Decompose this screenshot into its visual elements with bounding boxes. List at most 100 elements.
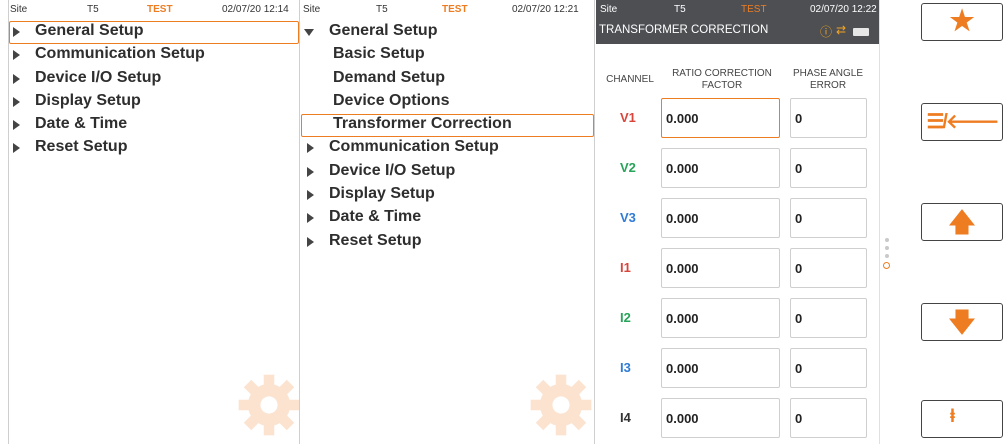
table-row: V2 0.000 0 [596,148,876,188]
expand-arrow-icon [13,50,20,61]
transfer-icon: ⇄ [836,23,847,37]
menu-item-reset-setup[interactable]: Reset Setup [9,137,299,160]
expand-arrow-icon [13,143,20,154]
expand-arrow-icon [307,143,314,154]
expand-arrow-icon [307,236,314,247]
page-dot[interactable] [885,238,889,242]
device-label: T5 [376,4,388,15]
transformer-correction-panel: Site T5 TEST 02/07/20 12:22 TRANSFORMER … [596,0,880,444]
channel-label: V1 [620,110,636,125]
phase-angle-input[interactable]: 0 [790,98,867,138]
channel-label: V2 [620,160,636,175]
table-row: I4 0.000 0 [596,398,876,438]
ratio-correction-input[interactable]: 0.000 [661,398,780,438]
wave-icon: ⱡ [950,406,956,426]
menu-item-display-setup[interactable]: Display Setup [301,184,594,207]
expand-arrow-icon [13,120,20,131]
status-bar: Site T5 TEST 02/07/20 12:21 [301,0,594,21]
channel-label: V3 [620,210,636,225]
column-channel: CHANNEL [606,74,654,85]
phase-angle-input[interactable]: 0 [790,348,867,388]
submenu-item-device-options[interactable]: Device Options [301,91,594,114]
menu-panel-2: Site T5 TEST 02/07/20 12:21 General Setu… [301,0,595,444]
table-row: I3 0.000 0 [596,348,876,388]
menu-item-display-setup[interactable]: Display Setup [9,91,299,114]
ratio-correction-input[interactable]: 0.000 [661,98,780,138]
menu-item-reset-setup[interactable]: Reset Setup [301,231,594,254]
table-row: V3 0.000 0 [596,198,876,238]
expand-arrow-icon [13,73,20,84]
down-button[interactable]: 🡇 [921,303,1003,341]
ratio-correction-input[interactable]: 0.000 [661,198,780,238]
site-label: Site [303,4,321,15]
star-icon: ★ [949,5,975,36]
main-menu: General Setup Communication Setup Device… [9,21,299,161]
ratio-correction-input[interactable]: 0.000 [661,298,780,338]
channel-label: I1 [620,260,631,275]
page-dot-active[interactable] [883,262,890,269]
submenu-item-basic-setup[interactable]: Basic Setup [301,44,594,67]
collapse-arrow-icon [304,29,314,36]
phase-angle-input[interactable]: 0 [790,298,867,338]
battery-icon [853,28,869,36]
table-row: I2 0.000 0 [596,298,876,338]
info-icon[interactable]: ⓘ [820,23,832,40]
waveform-button[interactable]: ⱡ [921,400,1003,438]
column-ratio-line2: FACTOR [701,80,743,91]
device-label: T5 [674,4,686,15]
menu-item-communication-setup[interactable]: Communication Setup [301,137,594,160]
expand-arrow-icon [307,166,314,177]
site-label: Site [10,4,28,15]
table-header: CHANNEL RATIO CORRECTION FACTOR PHASE AN… [596,66,876,96]
menu-item-date-time[interactable]: Date & Time [301,207,594,230]
mode-label: TEST [147,4,173,15]
device-label: T5 [87,4,99,15]
phase-angle-input[interactable]: 0 [790,248,867,288]
page-indicator[interactable] [883,238,890,273]
mode-label: TEST [741,4,767,15]
datetime: 02/07/20 12:22 [810,4,877,15]
page-dot[interactable] [885,254,889,258]
expand-arrow-icon [307,190,314,201]
header-bar: Site T5 TEST 02/07/20 12:22 TRANSFORMER … [596,0,879,44]
menu-item-general-setup[interactable]: General Setup [9,21,299,45]
gear-watermark-icon [236,372,299,438]
main-menu: General Setup Basic Setup Demand Setup D… [301,21,594,254]
page-dot[interactable] [885,246,889,250]
column-phase-line2: ERROR [809,80,847,91]
up-button[interactable]: 🡅 [921,203,1003,241]
menu-item-communication-setup[interactable]: Communication Setup [9,44,299,67]
expand-arrow-icon [307,213,314,224]
expand-arrow-icon [13,27,20,37]
phase-angle-input[interactable]: 0 [790,148,867,188]
mode-label: TEST [442,4,468,15]
datetime: 02/07/20 12:14 [222,4,289,15]
ratio-correction-input[interactable]: 0.000 [661,348,780,388]
channel-label: I4 [620,410,631,425]
datetime: 02/07/20 12:21 [512,4,579,15]
phase-angle-input[interactable]: 0 [790,198,867,238]
submenu-item-demand-setup[interactable]: Demand Setup [301,68,594,91]
site-label: Site [600,4,618,15]
menu-panel-1: Site T5 TEST 02/07/20 12:14 General Setu… [8,0,300,444]
arrow-up-icon: 🡅 [948,207,976,237]
submenu-item-transformer-correction[interactable]: Transformer Correction [301,114,594,138]
status-bar: Site T5 TEST 02/07/20 12:14 [9,0,299,21]
expand-arrow-icon [13,96,20,107]
channel-label: I3 [620,360,631,375]
channel-label: I2 [620,310,631,325]
menu-item-device-io-setup[interactable]: Device I/O Setup [9,68,299,91]
menu-back-button[interactable]: ☰/🡐 [921,103,1003,141]
phase-angle-input[interactable]: 0 [790,398,867,438]
favorite-button[interactable]: ★ [921,3,1003,41]
ratio-correction-input[interactable]: 0.000 [661,148,780,188]
menu-item-device-io-setup[interactable]: Device I/O Setup [301,161,594,184]
ratio-correction-input[interactable]: 0.000 [661,248,780,288]
table-row: V1 0.000 0 [596,98,876,138]
menu-item-general-setup[interactable]: General Setup [301,21,594,44]
arrow-down-icon: 🡇 [948,307,976,337]
menu-back-icon: ☰/🡐 [926,111,999,133]
menu-item-date-time[interactable]: Date & Time [9,114,299,137]
table-row: I1 0.000 0 [596,248,876,288]
page-title: TRANSFORMER CORRECTION [599,24,769,36]
